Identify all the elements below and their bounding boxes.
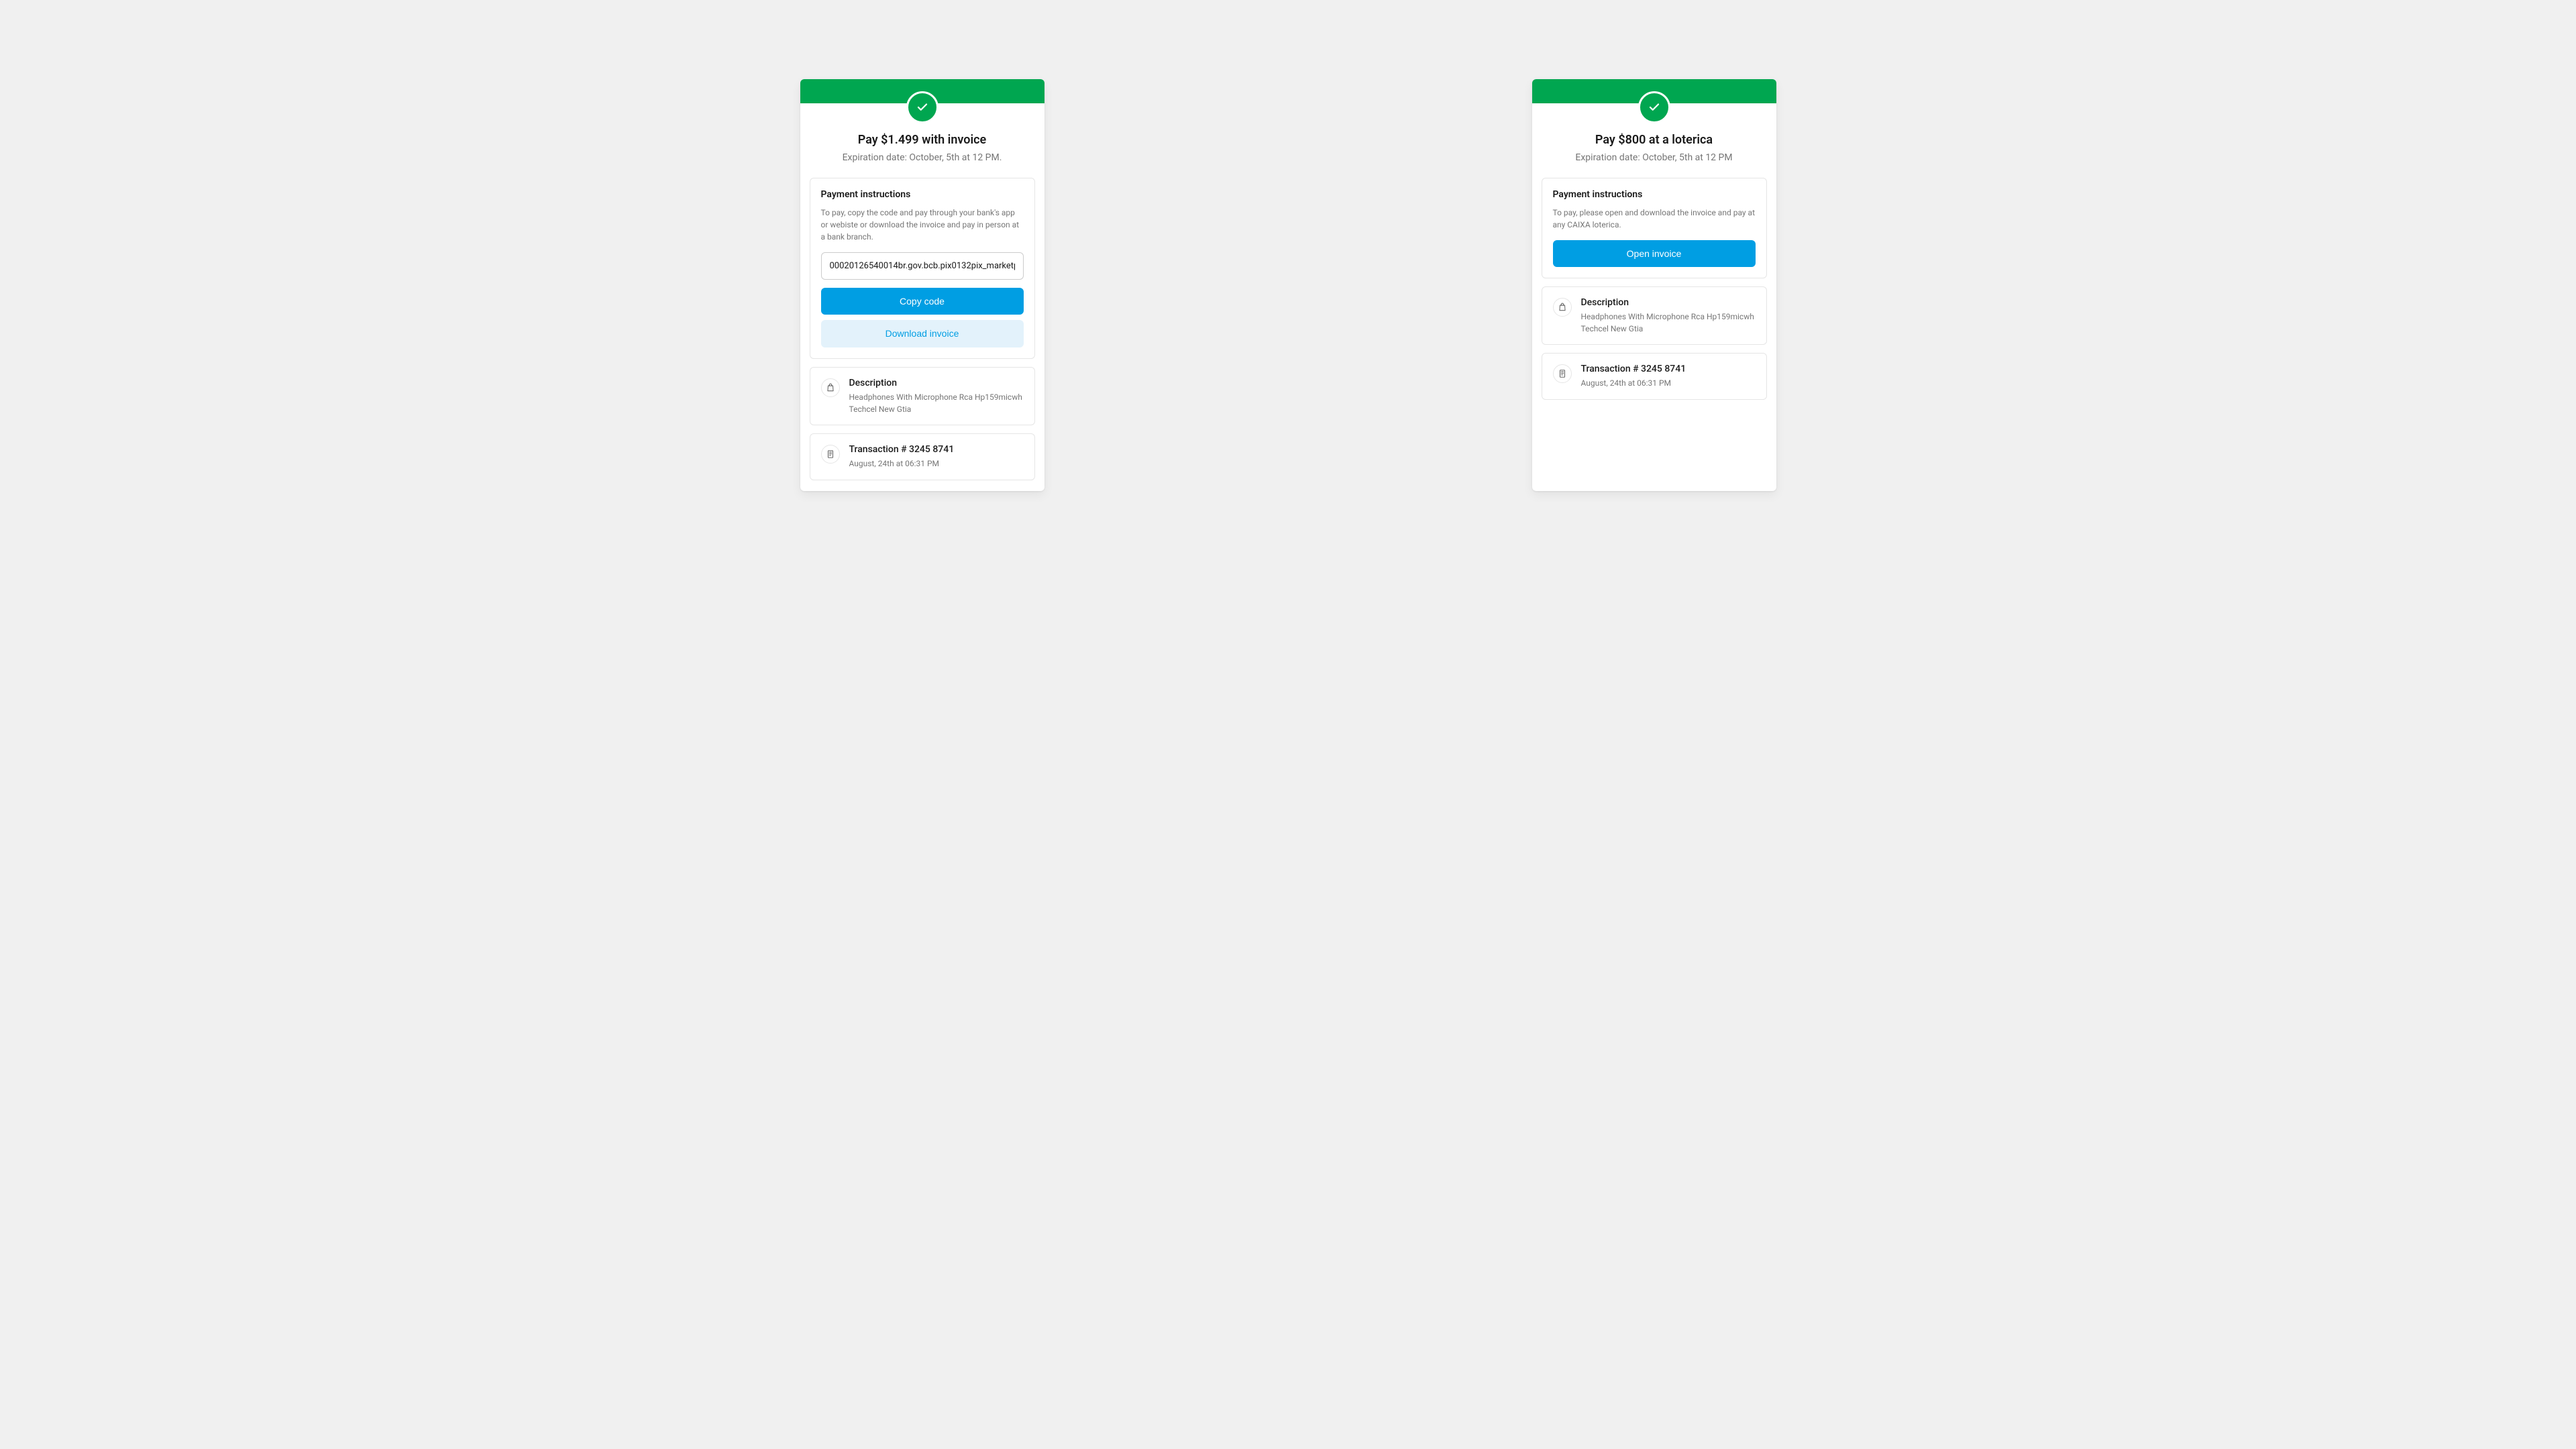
instructions-heading: Payment instructions — [1553, 189, 1756, 200]
transaction-row: Transaction # 3245 8741 August, 24th at … — [1542, 353, 1767, 400]
card-header — [800, 79, 1044, 103]
card-subtitle: Expiration date: October, 5th at 12 PM — [1548, 152, 1760, 163]
instructions-text: To pay, copy the code and pay through yo… — [821, 207, 1024, 243]
card-header — [1532, 79, 1776, 103]
instructions-heading: Payment instructions — [821, 189, 1024, 200]
payment-instructions-box: Payment instructions To pay, please open… — [1542, 178, 1767, 279]
description-label: Description — [849, 377, 1024, 389]
transaction-date: August, 24th at 06:31 PM — [1581, 378, 1756, 389]
description-row: Description Headphones With Microphone R… — [1542, 286, 1767, 345]
payment-instructions-box: Payment instructions To pay, copy the co… — [810, 178, 1035, 360]
transaction-label: Transaction # 3245 8741 — [849, 443, 1024, 455]
bag-icon — [1553, 298, 1572, 317]
bag-icon — [821, 378, 840, 397]
description-content: Description Headphones With Microphone R… — [1581, 297, 1756, 335]
description-label: Description — [1581, 297, 1756, 309]
loterica-payment-card: Pay $800 at a loterica Expiration date: … — [1532, 79, 1776, 491]
payment-code-input[interactable] — [821, 252, 1024, 280]
card-subtitle: Expiration date: October, 5th at 12 PM. — [816, 152, 1028, 163]
transaction-date: August, 24th at 06:31 PM — [849, 458, 1024, 470]
copy-code-button[interactable]: Copy code — [821, 288, 1024, 315]
stage: Pay $1.499 with invoice Expiration date:… — [800, 0, 1776, 491]
description-value: Headphones With Microphone Rca Hp159micw… — [1581, 311, 1756, 335]
description-content: Description Headphones With Microphone R… — [849, 377, 1024, 415]
receipt-icon — [1553, 364, 1572, 383]
card-title: Pay $1.499 with invoice — [816, 133, 1028, 148]
open-invoice-button[interactable]: Open invoice — [1553, 240, 1756, 268]
transaction-content: Transaction # 3245 8741 August, 24th at … — [849, 443, 1024, 470]
receipt-icon — [821, 445, 840, 464]
invoice-payment-card: Pay $1.499 with invoice Expiration date:… — [800, 79, 1044, 491]
description-value: Headphones With Microphone Rca Hp159micw… — [849, 392, 1024, 415]
transaction-content: Transaction # 3245 8741 August, 24th at … — [1581, 363, 1756, 390]
download-invoice-button[interactable]: Download invoice — [821, 320, 1024, 347]
transaction-label: Transaction # 3245 8741 — [1581, 363, 1756, 375]
instructions-text: To pay, please open and download the inv… — [1553, 207, 1756, 231]
check-icon — [1638, 91, 1670, 123]
card-title: Pay $800 at a loterica — [1548, 133, 1760, 148]
transaction-row: Transaction # 3245 8741 August, 24th at … — [810, 433, 1035, 480]
description-row: Description Headphones With Microphone R… — [810, 367, 1035, 425]
check-icon — [906, 91, 938, 123]
